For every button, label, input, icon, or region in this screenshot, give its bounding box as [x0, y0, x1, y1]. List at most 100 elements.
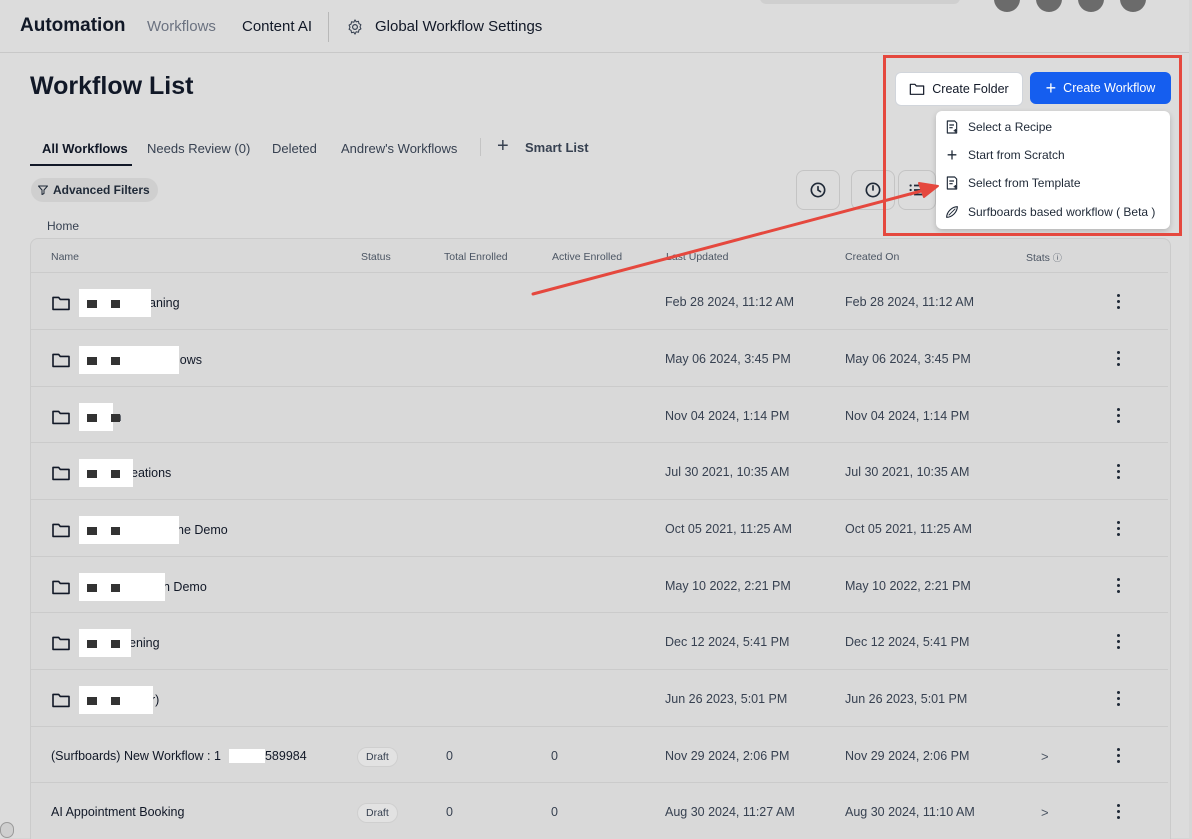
row-name[interactable]: ening	[51, 629, 160, 657]
row-name[interactable]: AI Appointment Booking	[51, 805, 184, 819]
breadcrumb-home[interactable]: Home	[47, 219, 79, 233]
nav-divider	[328, 12, 329, 42]
column-header-total-enrolled[interactable]: Total Enrolled	[444, 251, 508, 263]
gear-icon[interactable]	[346, 18, 364, 36]
stats-chevron-icon[interactable]: >	[1041, 805, 1049, 820]
folder-icon	[52, 523, 70, 538]
avatar[interactable]	[1078, 0, 1104, 12]
table-row[interactable]: eations Jul 30 2021, 10:35 AM Jul 30 2021,…	[31, 442, 1168, 499]
more-options-icon[interactable]	[1117, 578, 1121, 596]
created-on-value: Dec 12 2024, 5:41 PM	[845, 635, 970, 649]
created-on-value: May 06 2024, 3:45 PM	[845, 352, 971, 366]
row-name-text: eations	[131, 466, 172, 480]
folder-icon	[52, 296, 70, 311]
annotation-highlight-box	[883, 55, 1182, 236]
table-row[interactable]: r) Jun 26 2023, 5:01 PM Jun 26 2023, 5:01 …	[31, 669, 1168, 726]
last-updated-value: Oct 05 2021, 11:25 AM	[665, 522, 792, 536]
row-name[interactable]: m	[51, 403, 121, 431]
created-on-value: Oct 05 2021, 11:25 AM	[845, 522, 972, 536]
info-icon: ⓘ	[1052, 253, 1062, 263]
created-on-value: Aug 30 2024, 11:10 AM	[845, 805, 975, 819]
row-name-text: AI Appointment Booking	[51, 805, 185, 819]
more-options-icon[interactable]	[1117, 804, 1121, 822]
page-title: Workflow List	[30, 72, 194, 100]
tab-deleted[interactable]: Deleted	[272, 141, 317, 156]
nav-tab-content-ai[interactable]: Content AI	[242, 18, 312, 35]
row-name[interactable]: n Demo	[51, 573, 207, 601]
more-options-icon[interactable]	[1117, 464, 1121, 482]
history-button[interactable]	[796, 170, 840, 210]
row-name[interactable]: r)	[51, 686, 159, 714]
folder-icon	[52, 353, 70, 368]
smart-list-button[interactable]: Smart List	[525, 140, 589, 155]
avatar[interactable]	[1120, 0, 1146, 12]
last-updated-value: Aug 30 2024, 11:27 AM	[665, 805, 795, 819]
avatar[interactable]	[994, 0, 1020, 12]
history-icon	[810, 182, 826, 198]
folder-icon	[52, 466, 70, 481]
last-updated-value: May 10 2022, 2:21 PM	[665, 579, 791, 593]
redacted-text	[79, 516, 179, 544]
created-on-value: Jul 30 2021, 10:35 AM	[845, 465, 970, 479]
redacted-text	[79, 346, 179, 374]
more-options-icon[interactable]	[1117, 294, 1121, 312]
status-badge: Draft	[357, 803, 398, 823]
table-row[interactable]: ening Dec 12 2024, 5:41 PM Dec 12 2024, 5:…	[31, 612, 1168, 669]
top-nav: Automation Workflows Content AI Global W…	[0, 0, 1189, 53]
redacted-text	[79, 289, 151, 317]
global-workflow-settings-link[interactable]: Global Workflow Settings	[375, 18, 542, 35]
tab-all-workflows[interactable]: All Workflows	[42, 141, 128, 156]
row-name[interactable]: (Surfboards) New Workflow : 1 589984	[51, 749, 307, 763]
filter-icon	[38, 185, 48, 195]
advanced-filters-label: Advanced Filters	[53, 183, 150, 197]
column-header-active-enrolled[interactable]: Active Enrolled	[552, 251, 622, 263]
row-name[interactable]: eations	[51, 459, 171, 487]
advanced-filters-button[interactable]: Advanced Filters	[31, 178, 158, 202]
more-options-icon[interactable]	[1117, 691, 1121, 709]
column-header-created-on[interactable]: Created On	[845, 251, 899, 263]
more-options-icon[interactable]	[1117, 408, 1121, 426]
redacted-text	[79, 686, 153, 714]
scroll-indicator-icon[interactable]	[0, 822, 14, 838]
table-row[interactable]: m Nov 04 2024, 1:14 PM Nov 04 2024, 1:14 P…	[31, 386, 1168, 443]
column-header-status[interactable]: Status	[361, 251, 391, 263]
row-name-tail: 589984	[264, 749, 307, 763]
last-updated-value: Dec 12 2024, 5:41 PM	[665, 635, 790, 649]
more-options-icon[interactable]	[1117, 748, 1121, 766]
created-on-value: Nov 29 2024, 2:06 PM	[845, 749, 970, 763]
more-options-icon[interactable]	[1117, 521, 1121, 539]
table-row[interactable]: (Surfboards) New Workflow : 1 589984 Draft…	[31, 726, 1168, 783]
tab-andrews-workflows[interactable]: Andrew's Workflows	[341, 141, 457, 156]
row-name[interactable]: lows	[51, 346, 202, 374]
nav-tab-workflows[interactable]: Workflows	[147, 18, 216, 35]
row-name[interactable]: aning	[51, 289, 180, 317]
tab-needs-review[interactable]: Needs Review (0)	[147, 141, 250, 156]
row-name-text: (Surfboards) New Workflow : 1	[51, 749, 221, 763]
column-header-name[interactable]: Name	[51, 251, 79, 263]
table-row[interactable]: n Demo May 10 2022, 2:21 PM May 10 2022, 2…	[31, 556, 1168, 613]
app-brand: Automation	[20, 15, 126, 36]
more-options-icon[interactable]	[1117, 351, 1121, 369]
table-row[interactable]: ne Demo Oct 05 2021, 11:25 AM Oct 05 2021,…	[31, 499, 1168, 556]
last-updated-value: May 06 2024, 3:45 PM	[665, 352, 791, 366]
last-updated-value: Jun 26 2023, 5:01 PM	[665, 692, 788, 706]
last-updated-value: Jul 30 2021, 10:35 AM	[665, 465, 790, 479]
avatar[interactable]	[1036, 0, 1062, 12]
row-name-text: ening	[129, 636, 160, 650]
redacted-text	[79, 573, 165, 601]
table-row[interactable]: lows May 06 2024, 3:45 PM May 06 2024, 3:4…	[31, 329, 1168, 386]
top-search-bar[interactable]	[760, 0, 960, 4]
table-row[interactable]: aning Feb 28 2024, 11:12 AM Feb 28 2024, 1…	[31, 272, 1168, 329]
table-row[interactable]: AI Appointment Booking Draft 0 0 > Aug 30 202…	[31, 782, 1168, 839]
row-name[interactable]: ne Demo	[51, 516, 228, 544]
column-header-last-updated[interactable]: Last Updated	[666, 251, 728, 263]
more-options-icon[interactable]	[1117, 634, 1121, 652]
total-enrolled-value: 0	[446, 749, 453, 763]
column-header-stats[interactable]: Stats ⓘ	[1026, 251, 1062, 264]
plus-icon[interactable]: +	[497, 136, 509, 156]
folder-icon	[52, 693, 70, 708]
total-enrolled-value: 0	[446, 805, 453, 819]
active-tab-indicator	[30, 164, 132, 166]
stats-chevron-icon[interactable]: >	[1041, 749, 1049, 764]
last-updated-value: Nov 29 2024, 2:06 PM	[665, 749, 790, 763]
